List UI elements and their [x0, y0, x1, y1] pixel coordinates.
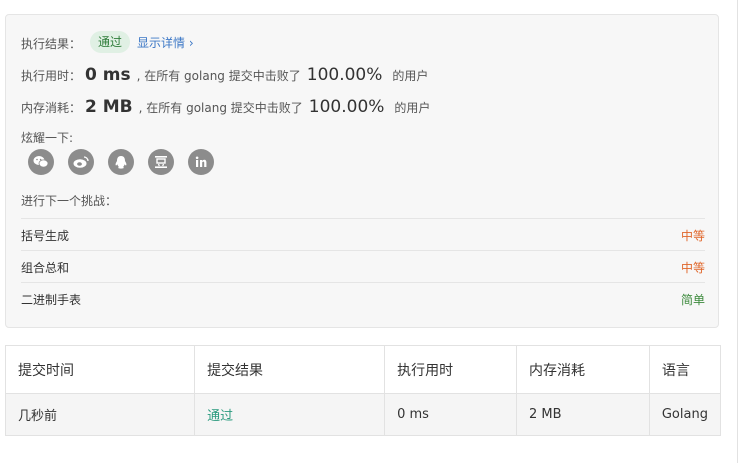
qq-icon[interactable]	[108, 149, 134, 175]
table-header-row: 提交时间 提交结果 执行用时 内存消耗 语言	[4, 345, 722, 394]
col-memory: 内存消耗	[515, 345, 650, 394]
language-cell: Golang	[648, 393, 722, 436]
wechat-icon[interactable]	[28, 149, 54, 175]
next-challenge-label: 进行下一个挑战：	[21, 194, 118, 208]
runtime-percent: 100.00%	[306, 65, 383, 85]
result-panel: 执行结果： 通过 显示详情 › 执行用时： 0 ms , 在所有 golang …	[5, 14, 719, 328]
difficulty-badge: 简单	[680, 293, 705, 307]
douban-icon[interactable]	[148, 149, 174, 175]
memory-label: 内存消耗：	[21, 101, 82, 115]
memory-stat: 内存消耗： 2 MB , 在所有 golang 提交中击败了 100.00% 的…	[21, 97, 430, 117]
next-problem-row[interactable]: 二进制手表 简单	[21, 282, 705, 314]
runtime-suffix: 的用户	[392, 69, 429, 83]
memory-suffix: 的用户	[394, 101, 431, 115]
show-details-link[interactable]: 显示详情 ›	[137, 34, 194, 51]
next-problem-row[interactable]: 括号生成 中等	[21, 218, 705, 250]
col-submit-time: 提交时间	[4, 345, 196, 394]
problem-name: 组合总和	[21, 261, 70, 275]
submit-time-cell: 几秒前	[4, 393, 196, 436]
col-submit-result: 提交结果	[194, 345, 386, 394]
status-badge: 通过	[90, 31, 131, 53]
runtime-label: 执行用时：	[21, 69, 82, 83]
next-problem-row[interactable]: 组合总和 中等	[21, 250, 705, 282]
table-row: 几秒前 通过 0 ms 2 MB Golang	[4, 393, 722, 436]
submit-result-link[interactable]: 通过	[194, 393, 386, 436]
runtime-stat: 执行用时： 0 ms , 在所有 golang 提交中击败了 100.00% 的…	[21, 65, 428, 85]
runtime-value: 0 ms	[85, 65, 131, 85]
problem-name: 二进制手表	[21, 293, 82, 307]
col-runtime: 执行用时	[384, 345, 517, 394]
weibo-icon[interactable]	[68, 149, 94, 175]
memory-percent: 100.00%	[308, 97, 385, 117]
share-label: 炫耀一下:	[21, 131, 74, 145]
runtime-middle-text: , 在所有 golang 提交中击败了	[136, 69, 301, 83]
difficulty-badge: 中等	[680, 229, 705, 243]
linkedin-icon[interactable]	[188, 149, 214, 175]
page-divider	[737, 0, 738, 463]
col-language: 语言	[648, 345, 722, 394]
memory-middle-text: , 在所有 golang 提交中击败了	[138, 101, 303, 115]
submissions-table: 提交时间 提交结果 执行用时 内存消耗 语言 几秒前 通过 0 ms 2 MB …	[4, 345, 722, 436]
result-label: 执行结果：	[21, 37, 82, 51]
difficulty-badge: 中等	[680, 261, 705, 275]
runtime-cell: 0 ms	[384, 393, 517, 436]
problem-name: 括号生成	[21, 229, 70, 243]
memory-cell: 2 MB	[515, 393, 650, 436]
memory-value: 2 MB	[85, 97, 133, 117]
